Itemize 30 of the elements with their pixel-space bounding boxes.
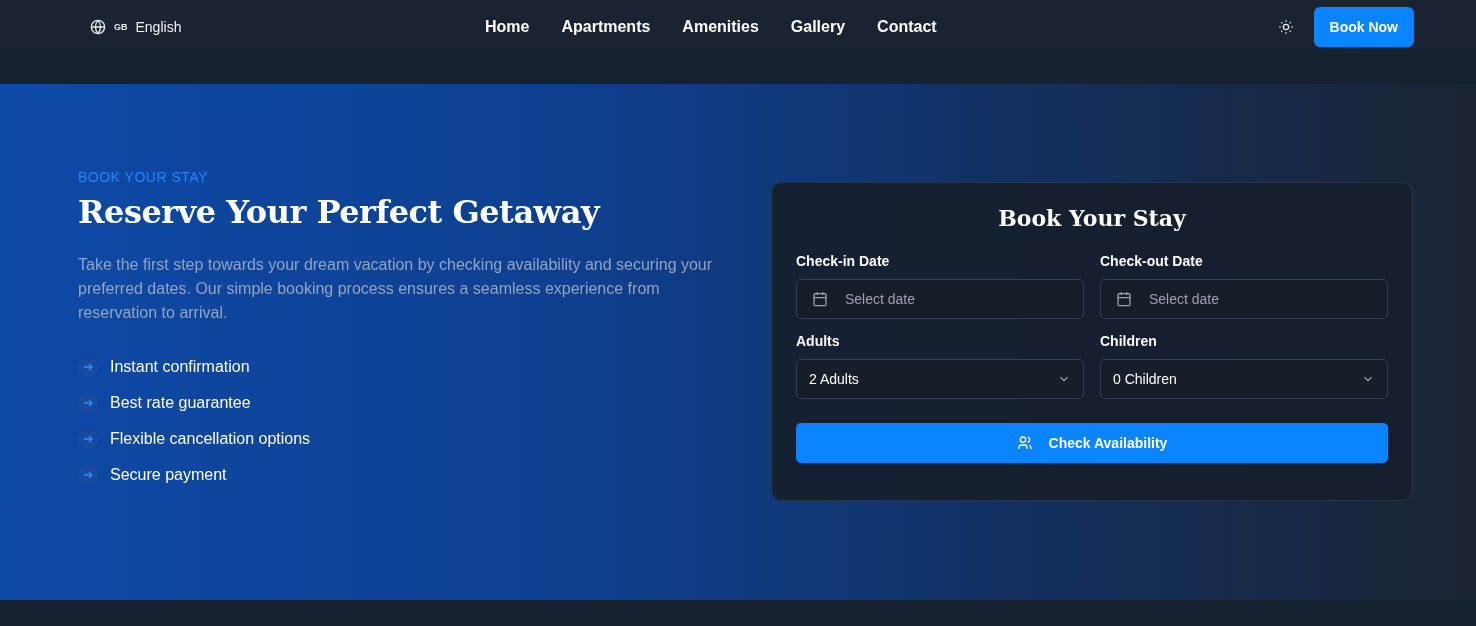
nav-link[interactable]: Gallery xyxy=(790,17,846,36)
sun-icon[interactable] xyxy=(1277,18,1294,35)
date-field[interactable]: Select date xyxy=(1100,279,1388,319)
select-field[interactable]: 2 Adults xyxy=(796,359,1084,399)
field-label: Adults xyxy=(796,333,841,349)
language-link[interactable]: English xyxy=(135,18,182,35)
field-label: Check-in Date xyxy=(796,253,891,269)
section-eyebrow: BOOK YOUR STAY xyxy=(78,169,209,185)
field-label: Check-out Date xyxy=(1100,253,1204,269)
nav-link[interactable]: Apartments xyxy=(561,17,651,36)
language-code: GB xyxy=(114,21,128,32)
nav-link[interactable]: Home xyxy=(485,17,530,36)
feature-text: Best rate guarantee xyxy=(110,394,251,412)
globe-icon[interactable] xyxy=(90,18,106,35)
date-field[interactable]: Select date xyxy=(796,279,1084,319)
calendar-icon xyxy=(812,291,828,307)
select-field[interactable]: 0 Children xyxy=(1100,359,1388,399)
card-title: Book Your Stay xyxy=(997,205,1188,231)
feature-text: Flexible cancellation options xyxy=(110,430,311,448)
users-icon xyxy=(1016,435,1033,451)
hero-title: Reserve Your Perfect Getaway xyxy=(78,193,602,231)
check-availability-button[interactable]: Check Availability xyxy=(796,423,1388,463)
calendar-icon xyxy=(1116,291,1132,307)
feature-text: Secure payment xyxy=(110,466,227,484)
field-label: Children xyxy=(1100,333,1158,349)
hero-description: Take the first step towards your dream vacation by checking availability and securing your preferred dates. Our simple booking process ensures a seamless experience from reservation to arrival. xyxy=(78,255,714,323)
feature-text: Instant confirmation xyxy=(110,358,250,376)
nav-link[interactable]: Amenities xyxy=(682,17,759,36)
book-now-button[interactable]: Book Now xyxy=(1313,6,1414,47)
nav-link[interactable]: Contact xyxy=(877,17,937,36)
